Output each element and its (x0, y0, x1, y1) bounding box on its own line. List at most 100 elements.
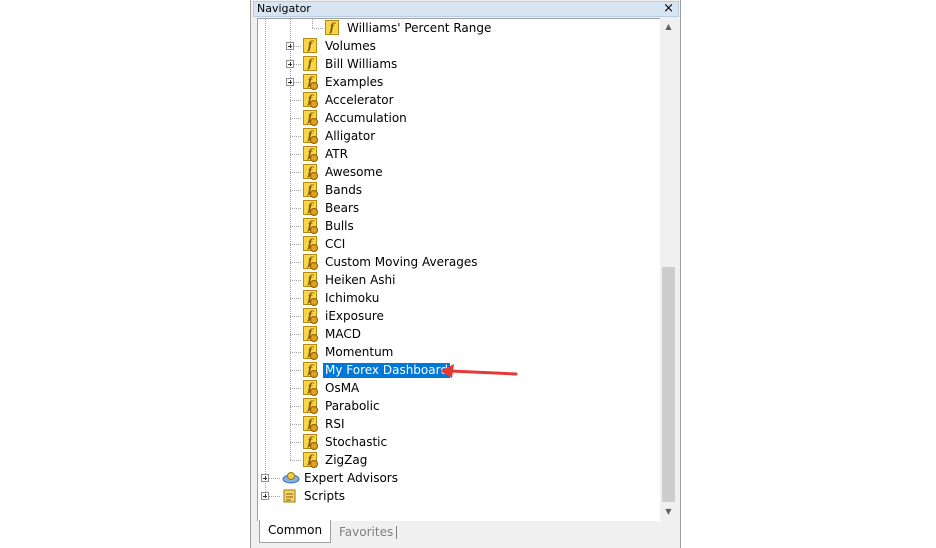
tree-connector-line (290, 136, 301, 137)
expand-plus-icon[interactable] (286, 78, 294, 86)
indicator-folder-icon: f (303, 56, 317, 71)
overlay-dot-icon (310, 244, 318, 252)
tree-item-atr[interactable]: f ATR (0, 145, 660, 163)
tree-item-williams-percent-range[interactable]: f Williams' Percent Range (0, 19, 660, 37)
custom-indicator-icon: f (303, 128, 318, 144)
overlay-dot-icon (310, 226, 318, 234)
scripts-icon (283, 489, 296, 503)
tree-item-cci[interactable]: f CCI (0, 235, 660, 253)
tree-item-bill-williams[interactable]: f Bill Williams (0, 55, 660, 73)
tree-item-parabolic[interactable]: f Parabolic (0, 397, 660, 415)
tree-item-label: Bands (325, 183, 363, 197)
scroll-up-arrow-icon[interactable]: ▲ (660, 18, 677, 35)
tree-connector-line (290, 172, 301, 173)
tree-item-alligator[interactable]: f Alligator (0, 127, 660, 145)
expand-plus-icon[interactable] (286, 60, 294, 68)
overlay-dot-icon (310, 370, 318, 378)
tree-item-custom-moving-averages[interactable]: f Custom Moving Averages (0, 253, 660, 271)
scroll-down-arrow-icon[interactable]: ▼ (660, 503, 677, 520)
tree-item-label: Bulls (325, 219, 354, 233)
window-title: Navigator (257, 2, 311, 15)
tree-connector-line (290, 226, 301, 227)
expand-plus-icon[interactable] (286, 42, 294, 50)
tree-connector-line (290, 262, 301, 263)
tree-item-my-forex-dashboard[interactable]: f My Forex Dashboard (0, 361, 660, 379)
tree-item-label: Williams' Percent Range (347, 21, 492, 35)
tree-item-awesome[interactable]: f Awesome (0, 163, 660, 181)
custom-indicator-icon: f (303, 290, 318, 306)
tree-item-momentum[interactable]: f Momentum (0, 343, 660, 361)
overlay-dot-icon (310, 388, 318, 396)
tree-item-volumes[interactable]: f Volumes (0, 37, 660, 55)
custom-indicator-icon: f (303, 362, 318, 378)
tab-favorites[interactable]: Favorites (331, 522, 401, 542)
tree-item-label: Scripts (304, 489, 346, 503)
tree-connector-line (290, 118, 301, 119)
tree-connector-line (290, 370, 301, 371)
tree-item-heiken-ashi[interactable]: f Heiken Ashi (0, 271, 660, 289)
custom-indicator-icon: f (303, 92, 318, 108)
annotation-arrow-icon (440, 364, 518, 378)
tree-item-label: Parabolic (325, 399, 380, 413)
tree-item-bulls[interactable]: f Bulls (0, 217, 660, 235)
tree-item-label: Momentum (325, 345, 394, 359)
tree-item-osma[interactable]: f OsMA (0, 379, 660, 397)
custom-indicator-icon: f (303, 146, 318, 162)
tree-item-label: My Forex Dashboard (323, 363, 450, 378)
custom-indicator-icon: f (303, 380, 318, 396)
expand-plus-icon[interactable] (261, 492, 269, 500)
custom-indicator-icon: f (303, 200, 318, 216)
tree-connector-line (290, 352, 301, 353)
tree-item-ichimoku[interactable]: f Ichimoku (0, 289, 660, 307)
custom-indicator-icon: f (303, 344, 318, 360)
custom-indicator-icon: f (303, 236, 318, 252)
overlay-dot-icon (310, 208, 318, 216)
tree-item-label: RSI (325, 417, 345, 431)
tree-item-label: ZigZag (325, 453, 368, 467)
tree-item-label: Heiken Ashi (325, 273, 396, 287)
tree-connector-line (290, 334, 301, 335)
tree-connector-line (290, 100, 301, 101)
tree-item-accumulation[interactable]: f Accumulation (0, 109, 660, 127)
scrollbar-thumb[interactable] (662, 267, 675, 502)
tree-item-label: Examples (325, 75, 384, 89)
expert-advisors-icon (282, 472, 300, 484)
tree-item-bears[interactable]: f Bears (0, 199, 660, 217)
custom-indicator-icon: f (303, 326, 318, 342)
tree-connector-line (290, 208, 301, 209)
tree-item-label: MACD (325, 327, 361, 341)
tree-item-rsi[interactable]: f RSI (0, 415, 660, 433)
tree-item-label: ATR (325, 147, 348, 161)
overlay-dot-icon (310, 172, 318, 180)
tree-item-scripts[interactable]: Scripts (0, 487, 660, 505)
tree-item-iexposure[interactable]: f iExposure (0, 307, 660, 325)
overlay-dot-icon (310, 136, 318, 144)
custom-indicator-icon: f (303, 416, 318, 432)
tree-connector-line (290, 388, 301, 389)
custom-indicator-icon: f (303, 398, 318, 414)
tree-item-expert-advisors[interactable]: Expert Advisors (0, 469, 660, 487)
tree-item-accelerator[interactable]: f Accelerator (0, 91, 660, 109)
tree-item-label: Ichimoku (325, 291, 380, 305)
tree-connector-line (290, 154, 301, 155)
expand-plus-icon[interactable] (261, 474, 269, 482)
tree-item-examples[interactable]: f Examples (0, 73, 660, 91)
tree-item-macd[interactable]: f MACD (0, 325, 660, 343)
tree-item-label: Expert Advisors (304, 471, 398, 485)
tree-item-zigzag[interactable]: f ZigZag (0, 451, 660, 469)
tree-item-stochastic[interactable]: f Stochastic (0, 433, 660, 451)
tab-common[interactable]: Common (259, 520, 332, 543)
tree-item-bands[interactable]: f Bands (0, 181, 660, 199)
overlay-dot-icon (310, 262, 318, 270)
tab-divider (396, 526, 397, 539)
custom-indicator-icon: f (303, 110, 318, 126)
close-icon[interactable]: × (663, 2, 674, 16)
custom-indicator-icon: f (303, 272, 318, 288)
navigator-title-bar[interactable]: Navigator × (253, 1, 679, 17)
custom-indicator-icon: f (303, 452, 318, 468)
vertical-scrollbar[interactable]: ▲ ▼ (660, 18, 677, 520)
tree-connector-line (290, 460, 301, 461)
tree-item-label: iExposure (325, 309, 384, 323)
custom-indicator-icon: f (303, 182, 318, 198)
overlay-dot-icon (310, 406, 318, 414)
